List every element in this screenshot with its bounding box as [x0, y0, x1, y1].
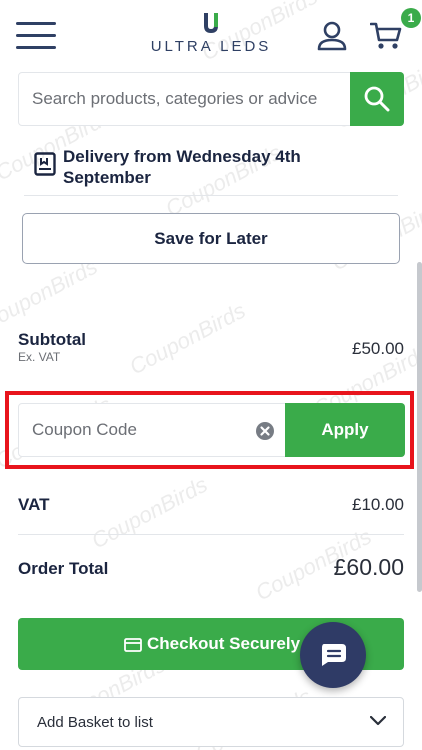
apply-coupon-button[interactable]: Apply: [285, 403, 405, 457]
order-total-label: Order Total: [18, 559, 109, 578]
delivery-text: Delivery from Wednesday 4th September: [63, 147, 301, 187]
search-bar: [18, 72, 404, 126]
watermark: CouponBirds: [125, 297, 250, 380]
subtotal-value: £50.00: [352, 339, 404, 358]
search-button[interactable]: [350, 72, 404, 126]
coupon-code-input[interactable]: [19, 404, 249, 456]
vat-value: £10.00: [352, 495, 404, 514]
basket-list-label: Add Basket to list: [37, 714, 153, 731]
vat-label: VAT: [18, 495, 50, 514]
watermark: CouponBirds: [87, 471, 212, 554]
cart-count-badge: 1: [401, 8, 421, 28]
logo-text: ULTRA LEDS: [150, 38, 272, 55]
add-basket-to-list-select[interactable]: Add Basket to list: [18, 697, 404, 747]
search-icon: [364, 86, 390, 112]
clear-icon[interactable]: [256, 422, 274, 440]
search-input[interactable]: [19, 73, 351, 125]
chevron-down-icon: [370, 716, 386, 726]
calendar-icon: [34, 152, 56, 176]
divider: [18, 534, 404, 535]
menu-icon[interactable]: [16, 22, 56, 50]
save-for-later-button[interactable]: Save for Later: [22, 213, 400, 264]
logo-mark-icon: [204, 13, 218, 33]
chat-button[interactable]: [300, 622, 366, 688]
order-total-value: £60.00: [333, 554, 404, 580]
header: ULTRA LEDS 1: [0, 0, 422, 72]
subtotal-note: Ex. VAT: [18, 350, 61, 364]
coupon-form: Apply: [18, 403, 405, 457]
scrollbar[interactable]: [417, 262, 422, 592]
divider: [24, 195, 398, 196]
checkout-label: Checkout Securely: [147, 634, 301, 653]
cart-icon[interactable]: [370, 20, 402, 52]
subtotal-label: Subtotal: [18, 330, 86, 349]
chat-icon: [322, 644, 346, 666]
watermark: CouponBirds: [0, 253, 102, 336]
credit-card-icon: [124, 638, 142, 652]
user-icon[interactable]: [316, 20, 348, 52]
delivery-info: Delivery from Wednesday 4th September: [34, 146, 364, 187]
logo[interactable]: ULTRA LEDS: [148, 12, 274, 60]
